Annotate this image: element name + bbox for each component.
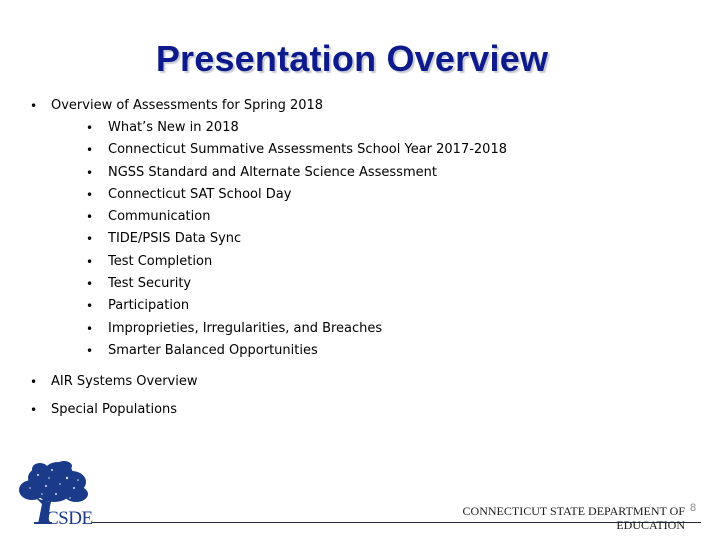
sub-bullet-item: • TIDE/PSIS Data Sync <box>72 228 690 250</box>
sub-bullet-text: NGSS Standard and Alternate Science Asse… <box>108 164 437 180</box>
csde-logo: CSDE <box>19 461 93 526</box>
bullet-icon: • <box>86 187 94 202</box>
sub-bullet-text: Participation <box>108 298 190 314</box>
sub-bullet-item: • Test Security <box>72 273 690 295</box>
sub-bullet-text: Connecticut SAT School Day <box>108 186 292 202</box>
bullet-text: Overview of Assessments for Spring 2018 <box>51 98 324 113</box>
sub-bullet-item: • Smarter Balanced Opportunities <box>72 340 690 362</box>
bullet-item-air-systems-overview: • AIR Systems Overview <box>30 374 690 390</box>
logo-wordmark: CSDE <box>46 508 93 526</box>
sub-bullet-text: Connecticut Summative Assessments School… <box>108 142 507 158</box>
bullet-text: Special Populations <box>51 402 178 418</box>
sub-bullet-item: • NGSS Standard and Alternate Science Ass… <box>72 162 690 184</box>
bullet-icon: • <box>30 99 38 113</box>
bullet-icon: • <box>30 375 38 390</box>
sub-bullet-item: • Connecticut Summative Assessments Schoo… <box>72 139 690 161</box>
footer-organization-line2: EDUCATION <box>616 518 685 532</box>
bullet-icon: • <box>86 143 94 158</box>
bullet-icon: • <box>86 254 94 269</box>
bullet-icon: • <box>86 321 94 336</box>
sub-bullet-text: Smarter Balanced Opportunities <box>108 342 318 358</box>
footer-organization-line1: CONNECTICUT STATE DEPARTMENT OF <box>462 504 685 518</box>
sub-bullet-item: • Test Completion <box>72 251 690 273</box>
sub-bullet-text: Improprieties, Irregularities, and Breac… <box>108 320 383 336</box>
bullet-icon: • <box>86 277 94 292</box>
sub-bullet-text: TIDE/PSIS Data Sync <box>108 231 242 247</box>
sub-bullet-list: • What’s New in 2018 • Connecticut Summati… <box>51 117 690 362</box>
bullet-text: AIR Systems Overview <box>51 374 198 390</box>
bullet-icon: • <box>86 343 94 358</box>
footer-organization: CONNECTICUT STATE DEPARTMENT OF EDUCATIO… <box>463 504 685 532</box>
sub-bullet-text: Test Security <box>108 276 192 292</box>
bullet-icon: • <box>86 165 94 180</box>
bullet-item-special-populations: • Special Populations <box>30 402 690 418</box>
sub-bullet-item: • What’s New in 2018 <box>72 117 690 139</box>
sub-bullet-text: Communication <box>108 209 211 225</box>
sub-bullet-text: What’s New in 2018 <box>108 120 239 135</box>
bullet-icon: • <box>86 232 94 247</box>
sub-bullet-text: Test Completion <box>108 253 213 269</box>
sub-bullet-item: • Improprieties, Irregularities, and Brea… <box>72 318 690 340</box>
sub-bullet-item: • Communication <box>72 206 690 228</box>
slide: Presentation Overview • Overview of Asse… <box>0 0 720 540</box>
bullet-icon: • <box>86 210 94 225</box>
bullet-list: • Overview of Assessments for Spring 201… <box>30 98 690 418</box>
sub-bullet-item: • Connecticut SAT School Day <box>72 184 690 206</box>
bullet-item-overview-of-assessments: • Overview of Assessments for Spring 201… <box>30 98 690 362</box>
bullet-icon: • <box>86 121 94 135</box>
slide-title: Presentation Overview <box>155 38 549 79</box>
bullet-icon: • <box>86 299 94 314</box>
slide-content: • Overview of Assessments for Spring 201… <box>30 98 690 418</box>
bullet-icon: • <box>30 403 38 418</box>
sub-bullet-item: • Participation <box>72 295 690 317</box>
page-number: 8 <box>690 502 697 514</box>
